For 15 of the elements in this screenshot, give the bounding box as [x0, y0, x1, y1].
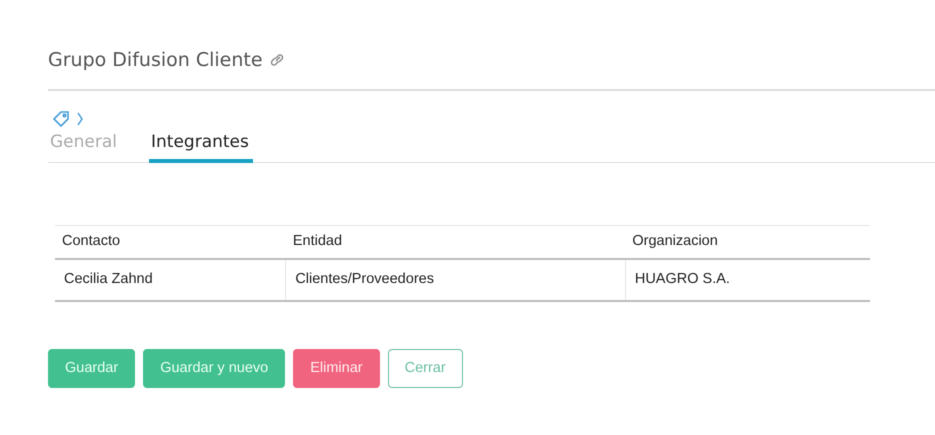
- page-title: Grupo Difusion Cliente: [48, 48, 263, 73]
- column-header: Contacto: [55, 226, 286, 259]
- table-cell: Clientes/Proveedores: [286, 258, 626, 300]
- tab[interactable]: General: [48, 130, 121, 163]
- column-header: Entidad: [286, 226, 626, 259]
- tag-icon[interactable]: [52, 110, 70, 128]
- delete-button[interactable]: Eliminar: [293, 348, 380, 388]
- chevron-right-icon[interactable]: [76, 110, 84, 126]
- table-cell: Cecilia Zahnd: [55, 258, 286, 300]
- tab[interactable]: Integrantes: [149, 130, 253, 163]
- close-button[interactable]: Cerrar: [388, 348, 463, 388]
- save-button[interactable]: Guardar: [48, 348, 136, 388]
- column-header: Organizacion: [625, 226, 870, 259]
- table-cell: HUAGRO S.A.: [625, 258, 870, 300]
- save-button[interactable]: Guardar y nuevo: [143, 348, 286, 388]
